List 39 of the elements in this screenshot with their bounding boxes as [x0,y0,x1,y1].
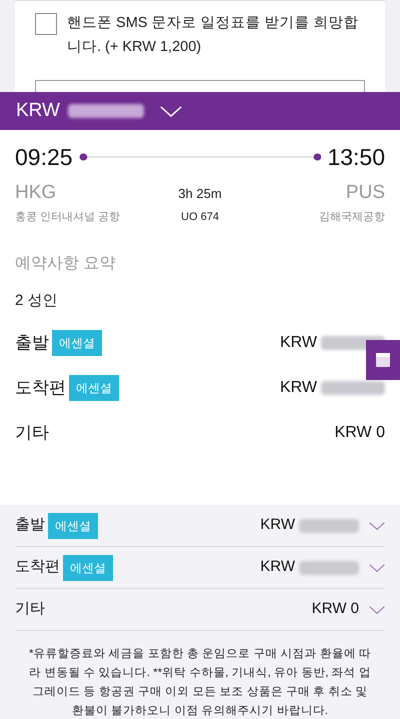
side-tab[interactable] [366,340,400,380]
fare-amount: KRW 0 [312,599,359,620]
fare-badge: 에센셜 [52,330,102,356]
redacted-amount [299,560,359,574]
redacted-amount [321,380,385,394]
arrival-time: 13:50 [327,143,385,172]
fare-label: 기타 [15,599,45,620]
currency-label: KRW [260,515,295,536]
airport-code: PUS [346,180,385,204]
sms-option-label: 핸드폰 SMS 문자로 일정표를 받기를 희망합니다. (+ KRW 1,200) [67,14,360,57]
airport-code: HKG [15,180,56,204]
summary-title: 예약사항 요약 [15,254,116,274]
currency-label: KRW [280,378,317,398]
airport-name: 홍콩 인터내셔널 공항 [15,210,120,225]
fare-label: 도착편 [15,376,66,399]
fare-badge: 에센셜 [48,512,98,538]
fare-notice: *유류할증료와 세금을 포함한 총 운임으로 구매 시점과 환율에 따라 변동될 수 있습니다. **위탁 수하물, 기내식, 유아 동반, 좌석 업그레이드 등 항공권 구매 이외 모든 보조 상품은 구매 후 취소 및 환불이 불가하오니 이점 유의해주시기 바랍니다. [28,647,372,719]
flight-number: UO 674 [181,210,219,225]
flight-duration: 3h 25m [178,184,222,202]
chevron-down-icon[interactable] [369,522,385,530]
chevron-down-icon[interactable] [369,564,385,572]
fare-label: 기타 [15,422,49,444]
chevron-down-icon[interactable] [369,606,385,614]
currency-label: KRW [260,557,295,578]
currency-label: KRW [16,98,60,123]
fare-label: 출발 [15,515,45,536]
departure-time: 09:25 [15,143,73,172]
redacted-amount [299,518,359,532]
checkbox[interactable] [35,13,57,35]
document-icon [376,353,390,367]
fare-badge: 에센셜 [63,554,113,580]
fare-label: 출발 [15,332,49,354]
fare-badge: 에센셜 [69,374,119,400]
currency-label: KRW [280,332,317,352]
total-price-bar[interactable]: KRW [0,92,400,130]
passenger-count: 2 성인 [15,290,59,310]
fare-label: 도착편 [15,557,60,578]
fare-amount: KRW 0 [334,422,385,442]
airport-name: 김해국제공항 [319,210,385,225]
